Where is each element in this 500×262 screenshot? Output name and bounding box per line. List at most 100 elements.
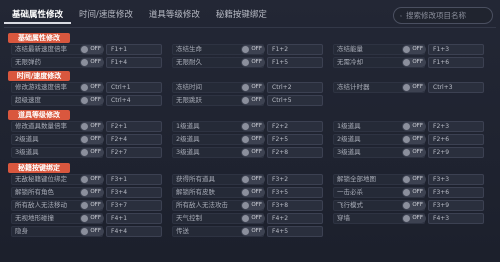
tab-item-level[interactable]: 道具等级修改 <box>141 6 208 24</box>
toggle-switch[interactable]: OFF <box>241 148 265 157</box>
toggle-switch[interactable]: OFF <box>241 83 265 92</box>
hotkey-field[interactable]: F4+3 <box>428 213 484 224</box>
hotkey-field[interactable]: F4+5 <box>267 226 323 237</box>
table-row: 冻结最新速度倍率 OFF F1+1 冻结生命 OFF F1+2 冻结能量 OFF F1+3 <box>8 44 492 55</box>
option-cell: 获得所有道具 OFF F3+2 <box>169 174 330 185</box>
hotkey-field[interactable]: F2+5 <box>267 134 323 145</box>
hotkey-field[interactable]: F4+4 <box>106 226 162 237</box>
hotkey-field[interactable]: F1+4 <box>106 57 162 68</box>
hotkey-field[interactable]: F3+6 <box>428 187 484 198</box>
toggle-switch[interactable]: OFF <box>241 45 265 54</box>
tab-time-speed[interactable]: 时间/速度修改 <box>71 6 141 24</box>
option-cell: 冻结能量 OFF F1+3 <box>330 44 491 55</box>
hotkey-field[interactable]: F4+2 <box>267 213 323 224</box>
table-row: 2级道具 OFF F2+4 2级道具 OFF F2+5 2级道具 OFF F2+6 <box>8 134 492 145</box>
hotkey-field[interactable]: F3+2 <box>267 174 323 185</box>
hotkey-field[interactable]: F1+2 <box>267 44 323 55</box>
hotkey-field[interactable]: F2+3 <box>428 121 484 132</box>
toggle-switch[interactable]: OFF <box>80 148 104 157</box>
hotkey-field[interactable]: F2+9 <box>428 147 484 158</box>
option-cell: 穿墙 OFF F4+3 <box>330 213 491 224</box>
hotkey-field[interactable]: F2+1 <box>106 121 162 132</box>
search-box[interactable] <box>393 7 493 24</box>
hotkey-field[interactable]: F3+4 <box>106 187 162 198</box>
option-cell: 2级道具 OFF F2+5 <box>169 134 330 145</box>
toggle-switch[interactable]: OFF <box>241 96 265 105</box>
table-row: 无敌秘籍键位绑定 OFF F3+1 获得所有道具 OFF F3+2 解锁全部地图 OFF F… <box>8 174 492 185</box>
toggle-switch[interactable]: OFF <box>402 58 426 67</box>
option-cell: 3级道具 OFF F2+8 <box>169 147 330 158</box>
option-cell: 所有敌人无法移动 OFF F3+7 <box>8 200 169 211</box>
hotkey-field[interactable]: F3+7 <box>106 200 162 211</box>
hotkey-field[interactable]: F1+3 <box>428 44 484 55</box>
toggle-switch[interactable]: OFF <box>402 83 426 92</box>
hotkey-field[interactable]: F2+4 <box>106 134 162 145</box>
table-row: 超级速度 OFF Ctrl+4 无限跳跃 OFF Ctrl+5 <box>8 95 492 106</box>
toggle-switch[interactable]: OFF <box>80 45 104 54</box>
toggle-switch[interactable]: OFF <box>241 214 265 223</box>
section-header-cheat-keybinds: 秘籍按键绑定 <box>8 163 70 173</box>
option-cell: 冻结生命 OFF F1+2 <box>169 44 330 55</box>
hotkey-field[interactable]: F2+2 <box>267 121 323 132</box>
option-cell: 天气控制 OFF F4+2 <box>169 213 330 224</box>
hotkey-field[interactable]: Ctrl+4 <box>106 95 162 106</box>
hotkey-field[interactable]: F1+5 <box>267 57 323 68</box>
toggle-switch[interactable]: OFF <box>241 227 265 236</box>
toggle-switch[interactable]: OFF <box>80 58 104 67</box>
option-cell: 无敌秘籍键位绑定 OFF F3+1 <box>8 174 169 185</box>
hotkey-field[interactable]: F1+6 <box>428 57 484 68</box>
hotkey-field[interactable]: F3+3 <box>428 174 484 185</box>
hotkey-field[interactable]: Ctrl+5 <box>267 95 323 106</box>
hotkey-field[interactable]: F1+1 <box>106 44 162 55</box>
option-cell: 传送 OFF F4+5 <box>169 226 330 237</box>
toggle-switch[interactable]: OFF <box>402 135 426 144</box>
toggle-switch[interactable]: OFF <box>402 148 426 157</box>
toggle-switch[interactable]: OFF <box>241 135 265 144</box>
section-header-item-level: 道具等级修改 <box>8 110 70 120</box>
table-row: 修改道具数量倍率 OFF F2+1 1级道具 OFF F2+2 1级道具 OFF F2+3 <box>8 121 492 132</box>
hotkey-field[interactable]: F2+7 <box>106 147 162 158</box>
toggle-switch[interactable]: OFF <box>402 175 426 184</box>
hotkey-field[interactable]: F3+8 <box>267 200 323 211</box>
option-cell: 解锁全部地图 OFF F3+3 <box>330 174 491 185</box>
toggle-switch[interactable]: OFF <box>402 188 426 197</box>
trainer-panel: 基础属性修改 时间/速度修改 道具等级修改 秘籍按键绑定 基础属性修改 冻结最新… <box>0 0 500 262</box>
hotkey-field[interactable]: Ctrl+2 <box>267 82 323 93</box>
toggle-switch[interactable]: OFF <box>241 175 265 184</box>
tab-basic-attributes[interactable]: 基础属性修改 <box>4 6 72 24</box>
toggle-switch[interactable]: OFF <box>80 135 104 144</box>
search-input[interactable] <box>406 11 486 20</box>
tab-cheat-keybinds[interactable]: 秘籍按键绑定 <box>208 6 275 24</box>
option-cell: 一击必杀 OFF F3+6 <box>330 187 491 198</box>
toggle-switch[interactable]: OFF <box>80 227 104 236</box>
toggle-switch[interactable]: OFF <box>241 58 265 67</box>
toggle-switch[interactable]: OFF <box>80 214 104 223</box>
toggle-switch[interactable]: OFF <box>80 201 104 210</box>
hotkey-field[interactable]: F3+5 <box>267 187 323 198</box>
toggle-switch[interactable]: OFF <box>402 122 426 131</box>
top-tab-bar: 基础属性修改 时间/速度修改 道具等级修改 秘籍按键绑定 <box>4 6 275 24</box>
toggle-switch[interactable]: OFF <box>241 201 265 210</box>
toggle-switch[interactable]: OFF <box>402 214 426 223</box>
option-cell: 3级道具 OFF F2+9 <box>330 147 491 158</box>
toggle-switch[interactable]: OFF <box>80 83 104 92</box>
option-cell: 无限耐久 OFF F1+5 <box>169 57 330 68</box>
section-header-basic: 基础属性修改 <box>8 33 70 43</box>
toggle-switch[interactable]: OFF <box>80 188 104 197</box>
hotkey-field[interactable]: F2+8 <box>267 147 323 158</box>
hotkey-field[interactable]: F4+1 <box>106 213 162 224</box>
hotkey-field[interactable]: Ctrl+3 <box>428 82 484 93</box>
toggle-switch[interactable]: OFF <box>402 201 426 210</box>
option-cell: 解锁所有皮肤 OFF F3+5 <box>169 187 330 198</box>
hotkey-field[interactable]: F2+6 <box>428 134 484 145</box>
hotkey-field[interactable]: Ctrl+1 <box>106 82 162 93</box>
toggle-switch[interactable]: OFF <box>80 175 104 184</box>
toggle-switch[interactable]: OFF <box>402 45 426 54</box>
toggle-switch[interactable]: OFF <box>80 122 104 131</box>
hotkey-field[interactable]: F3+9 <box>428 200 484 211</box>
hotkey-field[interactable]: F3+1 <box>106 174 162 185</box>
toggle-switch[interactable]: OFF <box>241 122 265 131</box>
table-row: 所有敌人无法移动 OFF F3+7 所有敌人无法攻击 OFF F3+8 飞行模式 OFF F… <box>8 200 492 211</box>
toggle-switch[interactable]: OFF <box>241 188 265 197</box>
toggle-switch[interactable]: OFF <box>80 96 104 105</box>
